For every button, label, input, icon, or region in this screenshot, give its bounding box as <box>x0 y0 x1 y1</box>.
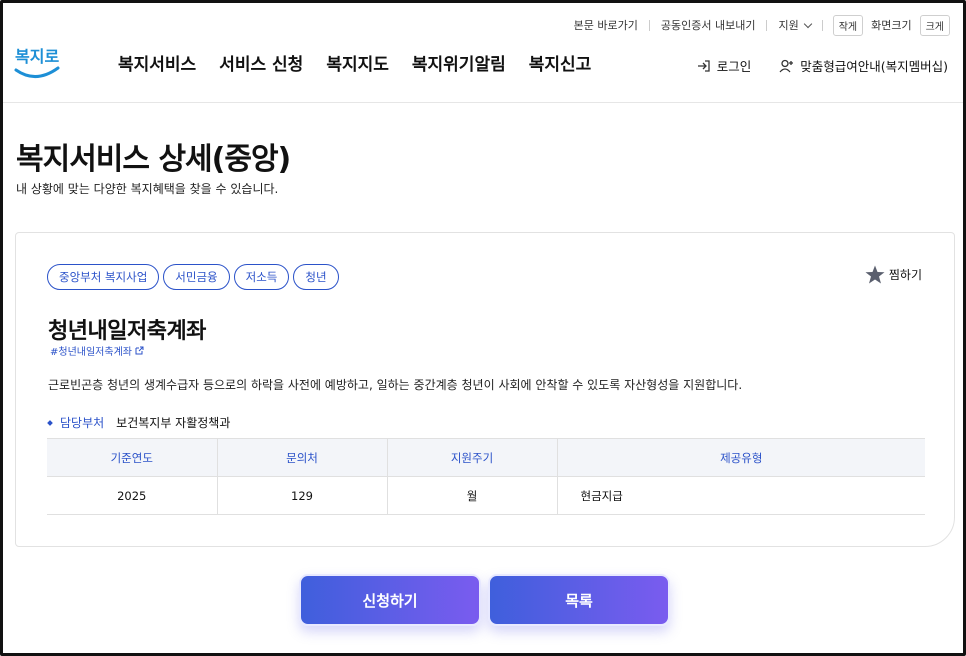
font-small-button[interactable]: 작게 <box>832 14 864 36</box>
main-nav: 복지서비스 서비스 신청 복지지도 복지위기알림 복지신고 <box>118 50 591 75</box>
service-hashtag-link[interactable]: #청년내일저축계좌 <box>50 344 144 356</box>
page-title: 복지서비스 상세(중앙) <box>16 142 291 177</box>
user-plus-icon <box>779 59 794 72</box>
login-link[interactable]: 로그인 <box>697 56 752 75</box>
column-header-base-year: 기준연도 <box>47 438 218 477</box>
divider <box>821 19 823 31</box>
cell-cycle: 월 <box>387 476 558 515</box>
nav-item-welfare-map[interactable]: 복지지도 <box>326 50 389 75</box>
login-label: 로그인 <box>716 59 752 74</box>
service-description: 근로빈곤층 청년의 생계수급자 등으로의 하락을 사전에 예방하고, 일하는 중… <box>48 378 743 392</box>
page-description: 내 상황에 맞는 다양한 복지혜택을 찾을 수 있습니다. <box>16 182 279 196</box>
logo-text: 복지로 <box>15 47 59 66</box>
table-header-row: 기준연도 문의처 지원주기 제공유형 <box>47 438 925 477</box>
tag-youth[interactable]: 청년 <box>293 264 339 290</box>
tag-central-ministry[interactable]: 중앙부처 복지사업 <box>47 264 160 290</box>
tag-list: 중앙부처 복지사업 서민금융 저소득 청년 <box>47 264 339 290</box>
column-header-provision-type: 제공유형 <box>557 438 925 477</box>
cell-provision-type: 현금지급 <box>557 476 925 515</box>
tag-low-income[interactable]: 저소득 <box>233 264 290 290</box>
department-value: 보건복지부 자활정책과 <box>116 416 231 430</box>
header-actions: 로그인 맞춤형급여안내(복지멤버십) <box>697 56 948 75</box>
login-icon <box>697 59 710 72</box>
font-size-label: 화면크기 <box>871 19 912 32</box>
service-info-table: 기준연도 문의처 지원주기 제공유형 2025 129 월 현금지급 <box>47 438 925 515</box>
bullet-icon <box>47 419 53 426</box>
logo-mark-icon: 복지로 <box>14 47 60 78</box>
cell-base-year: 2025 <box>47 476 218 515</box>
favorite-label: 찜하기 <box>888 268 922 282</box>
nav-item-crisis-alert[interactable]: 복지위기알림 <box>412 50 506 75</box>
header-divider <box>3 102 963 103</box>
star-icon <box>865 265 885 284</box>
nav-item-welfare-service[interactable]: 복지서비스 <box>118 50 196 75</box>
membership-guide-label: 맞춤형급여안내(복지멤버십) <box>800 59 948 74</box>
favorite-button[interactable]: 찜하기 <box>865 265 922 284</box>
service-detail-card: 중앙부처 복지사업 서민금융 저소득 청년 찜하기 청년내일저축계좌 #청년내일… <box>15 232 955 547</box>
nav-item-welfare-report[interactable]: 복지신고 <box>529 50 592 75</box>
service-title: 청년내일저축계좌 <box>48 319 206 344</box>
hashtag-text: #청년내일저축계좌 <box>50 346 132 357</box>
region-select[interactable]: 지원 <box>767 17 821 33</box>
font-large-button[interactable]: 크게 <box>919 14 950 36</box>
cell-contact: 129 <box>217 476 388 515</box>
nav-item-service-apply[interactable]: 서비스 신청 <box>219 50 303 75</box>
external-link-icon <box>135 346 144 354</box>
table-row: 2025 129 월 현금지급 <box>47 476 925 515</box>
membership-guide-link[interactable]: 맞춤형급여안내(복지멤버십) <box>779 56 948 75</box>
chevron-down-icon <box>803 19 812 28</box>
column-header-contact: 문의처 <box>217 438 388 477</box>
region-select-label: 지원 <box>778 19 799 32</box>
site-logo[interactable]: 복지로 <box>14 40 64 84</box>
apply-button[interactable]: 신청하기 <box>299 574 481 626</box>
department-info: 담당부처 보건복지부 자활정책과 <box>47 414 231 431</box>
column-header-cycle: 지원주기 <box>387 438 558 477</box>
list-button[interactable]: 목록 <box>488 574 670 626</box>
department-label: 담당부처 <box>60 416 105 430</box>
tag-finance[interactable]: 서민금융 <box>163 264 230 290</box>
utility-bar: 본문 바로가기 공동인증서 내보내기 지원 작게 화면크기 크게 <box>563 14 954 36</box>
skip-to-content-link[interactable]: 본문 바로가기 <box>563 17 649 33</box>
cert-export-link[interactable]: 공동인증서 내보내기 <box>650 17 767 33</box>
